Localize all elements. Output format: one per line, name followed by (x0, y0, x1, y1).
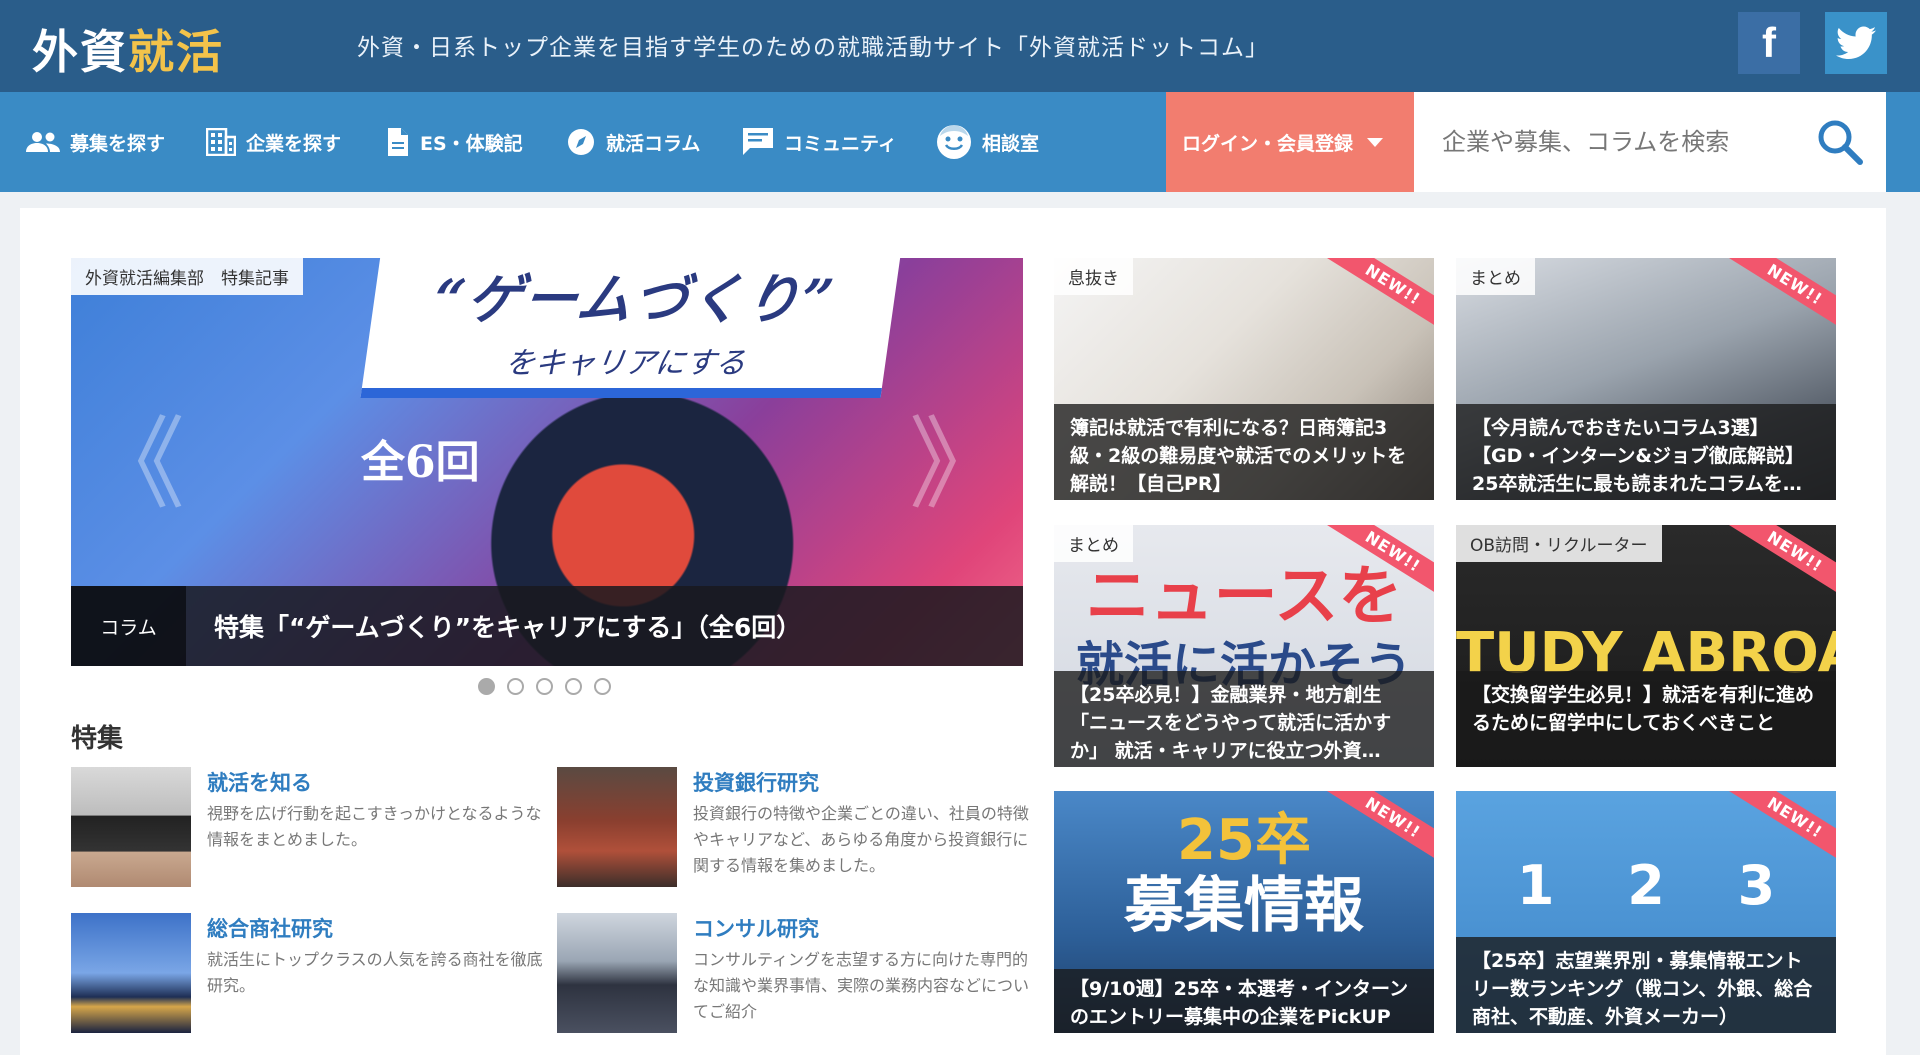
article-card[interactable]: ニュースを 就活に活かそう まとめ NEW!! 【25卒必見！】金融業界・地方創… (1054, 525, 1434, 767)
feature-title[interactable]: コンサル研究 (693, 913, 819, 943)
slider-dot[interactable] (478, 678, 495, 695)
site-tagline: 外資・日系トップ企業を目指す学生のための就職活動サイト「外資就活ドットコム」 (357, 35, 1269, 61)
nav-item-es[interactable]: ES・体験記 (386, 92, 523, 192)
feature-desc: 投資銀行の特徴や企業ごとの違い、社員の特徴やキャリアなど、あらゆる角度から投資銀… (693, 804, 1029, 875)
card-title: 簿記は就活で有利になる？日商簿記3級・2級の難易度や就活でのメリットを解説！【自… (1054, 404, 1434, 500)
caret-down-icon (1367, 137, 1384, 147)
logo-text-accent: 就活 (128, 25, 224, 79)
feature-thumbnail (71, 767, 191, 887)
feature-desc: 視野を広げ行動を起こすきっかけとなるような情報をまとめました。 (207, 804, 542, 849)
card-category: まとめ (1054, 525, 1133, 562)
facebook-button[interactable]: f (1738, 12, 1800, 74)
new-badge: NEW!! (1322, 258, 1434, 335)
building-icon (206, 128, 236, 156)
feature-item[interactable]: 就活を知る 視野を広げ行動を起こすきっかけとなるような情報をまとめました。 (71, 767, 542, 887)
hero-slider[interactable]: 《 》 “ゲームづくり” をキャリアにする 全6回 外資就活編集部 特集記事 コ… (71, 258, 1023, 666)
card-title: 【25卒】志望業界別・募集情報エントリー数ランキング（戦コン、外銀、総合商社、不… (1456, 937, 1836, 1033)
feature-title[interactable]: 投資銀行研究 (693, 767, 819, 797)
feature-desc: 就活生にトップクラスの人気を誇る商社を徹底研究。 (207, 950, 543, 995)
hero-caption[interactable]: コラム 特集「“ゲームづくり”をキャリアにする」（全6回） (71, 586, 1023, 666)
hero-banner-subtitle: をキャリアにする (502, 345, 748, 381)
card-title: 【今月読んでおきたいコラム3選】【GD・インターン&ジョブ徹底解説】25卒就活生… (1456, 404, 1836, 500)
hero-count-label: 全6回 (361, 437, 480, 488)
card-category: 息抜き (1054, 258, 1133, 295)
login-label: ログイン・会員登録 (1182, 132, 1354, 155)
slider-prev-icon[interactable]: 《 (85, 383, 185, 528)
feature-desc: コンサルティングを志望する方に向けた専門的な知識や業界事情、実際の業務内容などに… (693, 950, 1030, 1021)
feature-item[interactable]: 総合商社研究 就活生にトップクラスの人気を誇る商社を徹底研究。 (71, 913, 543, 1033)
hero-tag: 外資就活編集部 特集記事 (71, 258, 303, 295)
feature-title[interactable]: 総合商社研究 (207, 913, 333, 943)
twitter-icon (1836, 26, 1876, 59)
facebook-icon: f (1762, 19, 1776, 66)
slider-dot[interactable] (507, 678, 524, 695)
card-category: まとめ (1456, 258, 1535, 295)
slider-dot[interactable] (594, 678, 611, 695)
nav-item-label: 相談室 (982, 132, 1040, 155)
nav-item-column[interactable]: 就活コラム (566, 92, 700, 192)
document-icon (388, 128, 408, 156)
login-register-button[interactable]: ログイン・会員登録 (1166, 92, 1414, 192)
nav-item-label: ES・体験記 (420, 132, 523, 155)
article-card[interactable]: まとめ NEW!! 【今月読んでおきたいコラム3選】【GD・インターン&ジョブ徹… (1456, 258, 1836, 500)
compass-icon (568, 129, 594, 155)
search-icon[interactable] (1816, 118, 1864, 166)
site-header: 外資就活 外資・日系トップ企業を目指す学生のための就職活動サイト「外資就活ドット… (0, 0, 1920, 92)
card-title: 【9/10週】25卒・本選考・インターンのエントリー募集中の企業をPickUP (1054, 969, 1434, 1033)
chat-icon (743, 128, 773, 155)
feature-thumbnail (557, 767, 677, 887)
feature-thumbnail (557, 913, 677, 1033)
article-card[interactable]: 息抜き NEW!! 簿記は就活で有利になる？日商簿記3級・2級の難易度や就活での… (1054, 258, 1434, 500)
card-category: OB訪問・リクルーター (1456, 525, 1662, 562)
site-logo[interactable]: 外資就活 (32, 16, 224, 82)
nav-item-consult[interactable]: 相談室 (936, 92, 1039, 192)
nav-item-community[interactable]: コミュニティ (742, 92, 897, 192)
nav-item-companies[interactable]: 企業を探す (206, 92, 341, 192)
new-badge: NEW!! (1724, 258, 1836, 335)
article-card[interactable]: 25卒 募集情報 NEW!! 【9/10週】25卒・本選考・インターンのエントリ… (1054, 791, 1434, 1033)
card-title: 【交換留学生必見！】就活を有利に進めるために留学中にしておくべきこと (1456, 671, 1836, 767)
twitter-button[interactable] (1825, 12, 1887, 74)
slider-dots (478, 678, 611, 695)
nav-item-label: 企業を探す (246, 132, 342, 155)
card-image-text: 1 2 3 (1516, 854, 1776, 917)
card-image-text: 募集情報 (1124, 871, 1364, 941)
search-input[interactable] (1442, 128, 1822, 156)
feature-item[interactable]: コンサル研究 コンサルティングを志望する方に向けた専門的な知識や業界事情、実際の… (557, 913, 1030, 1033)
nav-item-label: コミュニティ (784, 132, 897, 155)
slider-next-icon[interactable]: 》 (909, 383, 1009, 528)
nav-item-recruit[interactable]: 募集を探す (26, 92, 165, 192)
main-nav: 募集を探す 企業を探す ES・体験記 就活コラム コミュニティ 相談室 ログイン… (0, 92, 1920, 192)
feature-thumbnail (71, 913, 191, 1033)
features-heading: 特集 (71, 724, 124, 754)
people-icon (26, 132, 60, 152)
search-box (1414, 92, 1886, 192)
article-card[interactable]: 1 2 3 NEW!! 【25卒】志望業界別・募集情報エントリー数ランキング（戦… (1456, 791, 1836, 1033)
feature-title[interactable]: 就活を知る (207, 767, 312, 797)
hero-title: 特集「“ゲームづくり”をキャリアにする」（全6回） (214, 613, 802, 642)
hero-banner: “ゲームづくり” をキャリアにする (360, 258, 902, 398)
logo-text-main: 外資 (32, 25, 128, 79)
smile-icon (937, 125, 971, 159)
nav-item-label: 就活コラム (606, 132, 701, 155)
new-badge: NEW!! (1724, 525, 1836, 602)
hero-category: コラム (71, 586, 186, 666)
hero-banner-title: “ゲームづくり” (429, 266, 840, 331)
article-card[interactable]: TUDY ABROAD OB訪問・リクルーター NEW!! 【交換留学生必見！】… (1456, 525, 1836, 767)
feature-item[interactable]: 投資銀行研究 投資銀行の特徴や企業ごとの違い、社員の特徴やキャリアなど、あらゆる… (557, 767, 1029, 887)
nav-item-label: 募集を探す (70, 132, 166, 155)
slider-dot[interactable] (565, 678, 582, 695)
slider-dot[interactable] (536, 678, 553, 695)
card-title: 【25卒必見！】金融業界・地方創生「ニュースをどうやって就活に活かすか」 就活・… (1054, 671, 1434, 767)
